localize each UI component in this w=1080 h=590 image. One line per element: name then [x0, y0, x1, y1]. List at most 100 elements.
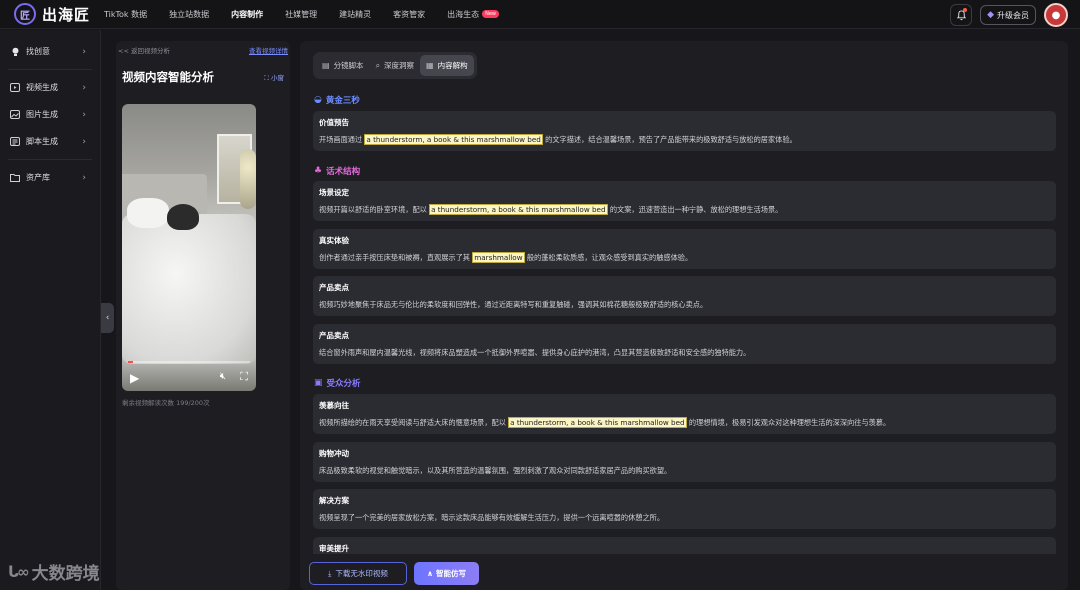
card-text: 视频开篇以舒适的卧室环境，配以 a thunderstorm, a book &…: [319, 204, 1050, 215]
watermark-text: 大数跨境: [31, 564, 100, 584]
card-title: 解决方案: [319, 496, 349, 505]
top-navigation-bar: 匠 出海匠 TikTok 数据 独立站数据 内容制作 社媒管理 建站精灵 客资管…: [0, 0, 1080, 29]
tab-label: 深度洞察: [384, 61, 415, 70]
sidebar-item-asset-library[interactable]: 资产库 ›: [0, 164, 100, 191]
nav-item-content-creation[interactable]: 内容制作: [231, 9, 263, 20]
view-video-details-link[interactable]: 查看视频详情: [249, 45, 288, 55]
nav-item-tiktok-data[interactable]: TikTok 数据: [104, 9, 147, 20]
main-nav: TikTok 数据 独立站数据 内容制作 社媒管理 建站精灵 客资管家 出海生态…: [104, 0, 521, 29]
download-watermark-free-button[interactable]: ⤓ 下载无水印视频: [309, 562, 407, 585]
card-title: 产品卖点: [319, 331, 349, 340]
nav-item-site-builder[interactable]: 建站精灵: [339, 9, 371, 20]
section-script-structure: ♣ 话术结构: [314, 165, 360, 177]
highlight-keyword: a thunderstorm, a book & this marshmallo…: [364, 134, 543, 145]
video-controls: ▶ 🔇︎ ⛶: [122, 361, 256, 391]
video-analysis-panel: << 返回视频分析 查看视频详情 视频内容智能分析 ⛶ 小窗 ▶ 🔇︎ ⛶ 剩余…: [116, 41, 290, 590]
section-title-label: 话术结构: [326, 167, 361, 177]
tab-storyboard-script[interactable]: ▤ 分镜脚本: [316, 55, 370, 76]
back-link[interactable]: << 返回视频分析: [118, 45, 170, 55]
nav-item-ecosystem[interactable]: 出海生态 New: [447, 9, 499, 20]
collapse-panel-button[interactable]: ‹: [101, 303, 114, 333]
nav-item-store-data[interactable]: 独立站数据: [169, 9, 209, 20]
shrink-icon: ⛶: [264, 73, 271, 82]
sidebar-item-label: 脚本生成: [26, 137, 58, 146]
card-text: 视频巧妙地聚焦于床品无与伦比的柔软度和回弹性，通过近距离特写和重复触碰，强调其如…: [319, 300, 708, 309]
card-text-pre: 视频所描绘的在雨天享受阅读与舒适大床的惬意场景，配以: [319, 418, 509, 427]
mute-icon[interactable]: 🔇︎: [220, 371, 226, 382]
tab-label: 分镜脚本: [333, 61, 364, 70]
folder-icon: [10, 173, 20, 183]
chevron-left-icon: ‹: [105, 313, 110, 323]
card-title: 审美提升: [319, 544, 349, 553]
video-progress-fill: [128, 361, 133, 363]
analysis-card: 购物冲动 床品极致柔软的视觉和触觉暗示，以及其所营造的温馨氛围，强烈刺激了观众对…: [313, 442, 1056, 482]
avatar[interactable]: ●: [1044, 3, 1068, 27]
card-title: 真实体验: [319, 236, 349, 245]
analysis-card: 价值预告 开场画面通过 a thunderstorm, a book & thi…: [313, 111, 1056, 151]
card-title: 产品卖点: [319, 283, 349, 292]
card-text: 视频呈现了一个完美的居家放松方案，暗示这款床品能够有效缓解生活压力，提供一个远离…: [319, 513, 665, 522]
chevron-right-icon: ›: [82, 46, 86, 57]
download-icon: ⤓: [328, 568, 332, 578]
sidebar-item-video-generation[interactable]: 视频生成 ›: [0, 74, 100, 101]
sidebar-item-image-generation[interactable]: 图片生成 ›: [0, 101, 100, 128]
tab-content-deconstruction[interactable]: ▦ 内容解构: [420, 55, 474, 76]
section-title-label: 受众分析: [326, 379, 361, 389]
action-bar: ⤓ 下载无水印视频 ∧ 智能仿写: [300, 554, 1068, 590]
chevron-right-icon: ›: [82, 82, 86, 93]
lightbulb-icon: [10, 47, 20, 57]
analysis-card: 真实体验 创作者通过亲手按压床垫和被褥，直观展示了其 marshmallow 般…: [313, 229, 1056, 269]
highlight-keyword: marshmallow: [472, 252, 525, 263]
watermark-logo-icon: ᒐ∞: [8, 562, 30, 581]
new-badge: New: [482, 10, 499, 18]
upgrade-button[interactable]: ◆ 升级会员: [980, 5, 1036, 25]
video-frame-lamp: [240, 149, 256, 209]
card-text-post: 的文字描述，结合温馨场景，预告了产品能带来的极致舒适与放松的居家体验。: [542, 135, 797, 144]
card-text-pre: 创作者通过亲手按压床垫和被褥，直观展示了其: [319, 253, 473, 262]
video-player[interactable]: ▶ 🔇︎ ⛶: [122, 104, 256, 391]
divider: [8, 159, 92, 160]
diamond-icon: ◆: [987, 10, 994, 20]
card-text-post: 的理想情境，极易引发观众对这种理想生活的深深向往与羡慕。: [686, 418, 891, 427]
fullscreen-icon[interactable]: ⛶: [240, 370, 248, 384]
tab-label: 内容解构: [437, 61, 468, 70]
analysis-card: 产品卖点 视频巧妙地聚焦于床品无与伦比的柔软度和回弹性，通过近距离特写和重复触碰…: [313, 276, 1056, 316]
video-icon: [10, 83, 20, 93]
nav-item-social-media[interactable]: 社媒管理: [285, 9, 317, 20]
highlight-keyword: a thunderstorm, a book & this marshmallo…: [508, 417, 687, 428]
analysis-card: 场景设定 视频开篇以舒适的卧室环境，配以 a thunderstorm, a b…: [313, 181, 1056, 221]
video-progress-bar[interactable]: [128, 361, 250, 363]
section-audience-analysis: ▣ 受众分析: [314, 377, 361, 389]
play-icon[interactable]: ▶: [130, 371, 139, 385]
mini-window-button[interactable]: ⛶ 小窗: [264, 72, 284, 83]
highlight-keyword: a thunderstorm, a book & this marshmallo…: [429, 204, 608, 215]
mini-window-label: 小窗: [271, 73, 284, 82]
content-deconstruction-panel: ▤ 分镜脚本 ⌕ 深度洞察 ▦ 内容解构 ◒ 黄金三秒 价值预告 开场画面通过 …: [300, 41, 1068, 590]
analysis-card: 解决方案 视频呈现了一个完美的居家放松方案，暗示这款床品能够有效缓解生活压力，提…: [313, 489, 1056, 529]
image-icon: [10, 110, 20, 120]
nav-item-customer-manager[interactable]: 客资管家: [393, 9, 425, 20]
upgrade-label: 升级会员: [997, 10, 1029, 20]
sidebar-item-label: 图片生成: [26, 110, 58, 119]
sidebar-item-script-generation[interactable]: 脚本生成 ›: [0, 128, 100, 155]
notification-button[interactable]: [950, 4, 973, 26]
brand-name: 出海匠: [42, 5, 91, 24]
structure-icon: ♣: [314, 166, 323, 176]
card-text: 视频所描绘的在雨天享受阅读与舒适大床的惬意场景，配以 a thunderstor…: [319, 417, 1050, 428]
analysis-card: 产品卖点 结合窗外雨声和屋内温馨光线，视频将床品塑造成一个抵御外界喧嚣、提供身心…: [313, 324, 1056, 364]
card-title: 购物冲动: [319, 449, 349, 458]
analysis-card: 羡慕向往 视频所描绘的在雨天享受阅读与舒适大床的惬意场景，配以 a thunde…: [313, 394, 1056, 434]
card-title: 羡慕向往: [319, 401, 349, 410]
chevron-right-icon: ›: [82, 109, 86, 120]
brand-logo[interactable]: 匠 出海匠: [0, 3, 104, 25]
panel-title: 视频内容智能分析: [122, 70, 214, 84]
chevron-right-icon: ›: [82, 136, 86, 147]
remaining-count: 剩余视频解读次数 199/200次: [122, 399, 210, 407]
avatar-icon: ●: [1051, 9, 1061, 21]
tab-deep-insight[interactable]: ⌕ 深度洞察: [370, 55, 420, 76]
section-title-label: 黄金三秒: [325, 96, 360, 106]
sidebar-item-label: 资产库: [26, 173, 50, 182]
sidebar-item-find-ideas[interactable]: 找创意 ›: [0, 38, 100, 65]
smart-rewrite-button[interactable]: ∧ 智能仿写: [414, 562, 479, 585]
sidebar-item-label: 视频生成: [26, 83, 58, 92]
